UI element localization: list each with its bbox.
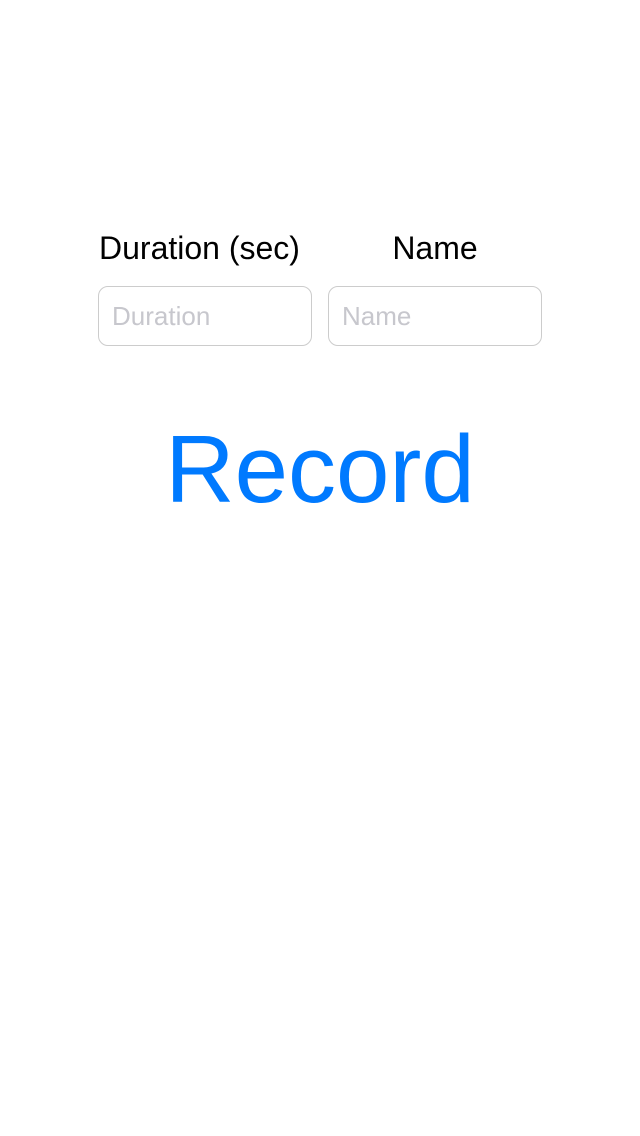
name-label: Name [392,230,478,266]
duration-input[interactable] [98,286,312,346]
record-button[interactable]: Record [120,415,520,525]
record-screen: Duration (sec) Name Record [0,0,640,1136]
duration-label: Duration (sec) [99,230,300,266]
name-input[interactable] [328,286,542,346]
